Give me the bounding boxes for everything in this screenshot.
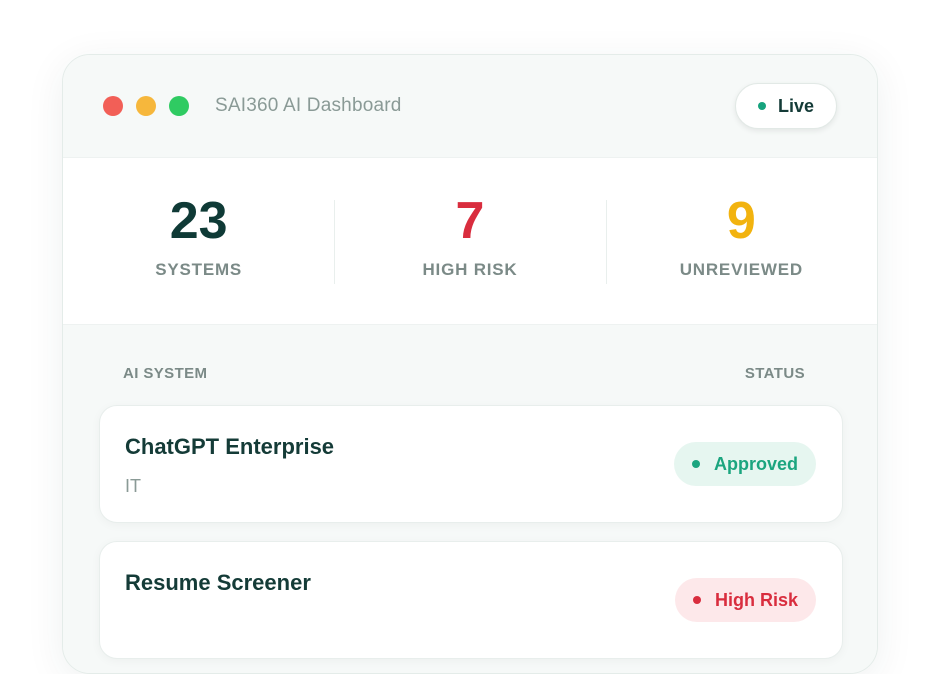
list-item[interactable]: Resume Screener High Risk bbox=[99, 541, 843, 659]
status-badge: High Risk bbox=[674, 578, 816, 622]
systems-list: AI SYSTEM STATUS ChatGPT Enterprise IT A… bbox=[63, 325, 877, 673]
minimize-window-button[interactable] bbox=[136, 96, 156, 116]
close-window-button[interactable] bbox=[103, 96, 123, 116]
stat-label: SYSTEMS bbox=[155, 260, 243, 279]
stat-value: 23 bbox=[169, 192, 228, 250]
stat-value: 7 bbox=[455, 192, 485, 250]
dashboard-window: SAI360 AI Dashboard Live 23 SYSTEMS 7 HI… bbox=[62, 54, 878, 674]
stat-label: UNREVIEWED bbox=[679, 260, 803, 279]
stats-panel: 23 SYSTEMS 7 HIGH RISK 9 UNREVIEWED bbox=[63, 157, 877, 325]
system-name: ChatGPT Enterprise bbox=[125, 434, 335, 459]
title-bar: SAI360 AI Dashboard Live bbox=[63, 55, 877, 157]
list-item[interactable]: ChatGPT Enterprise IT Approved bbox=[99, 405, 843, 523]
status-badge: Approved bbox=[673, 442, 816, 486]
status-dot-icon bbox=[692, 596, 701, 604]
column-header-ai-system: AI SYSTEM bbox=[123, 365, 208, 382]
stat-label: HIGH RISK bbox=[422, 260, 518, 279]
system-department: IT bbox=[125, 476, 141, 496]
live-badge[interactable]: Live bbox=[735, 83, 837, 129]
stat-value: 9 bbox=[726, 192, 756, 250]
stat-high-risk: 7 HIGH RISK bbox=[334, 158, 605, 324]
window-title: SAI360 AI Dashboard bbox=[215, 95, 402, 116]
status-label: High Risk bbox=[714, 589, 798, 610]
live-label: Live bbox=[777, 95, 815, 116]
status-label: Approved bbox=[713, 453, 798, 474]
column-header-status: STATUS bbox=[744, 365, 805, 382]
live-status-icon bbox=[757, 102, 766, 110]
stat-systems: 23 SYSTEMS bbox=[63, 158, 334, 324]
maximize-window-button[interactable] bbox=[169, 96, 189, 116]
stat-unreviewed: 9 UNREVIEWED bbox=[605, 158, 877, 324]
status-dot-icon bbox=[691, 460, 700, 468]
system-name: Resume Screener bbox=[125, 570, 311, 595]
